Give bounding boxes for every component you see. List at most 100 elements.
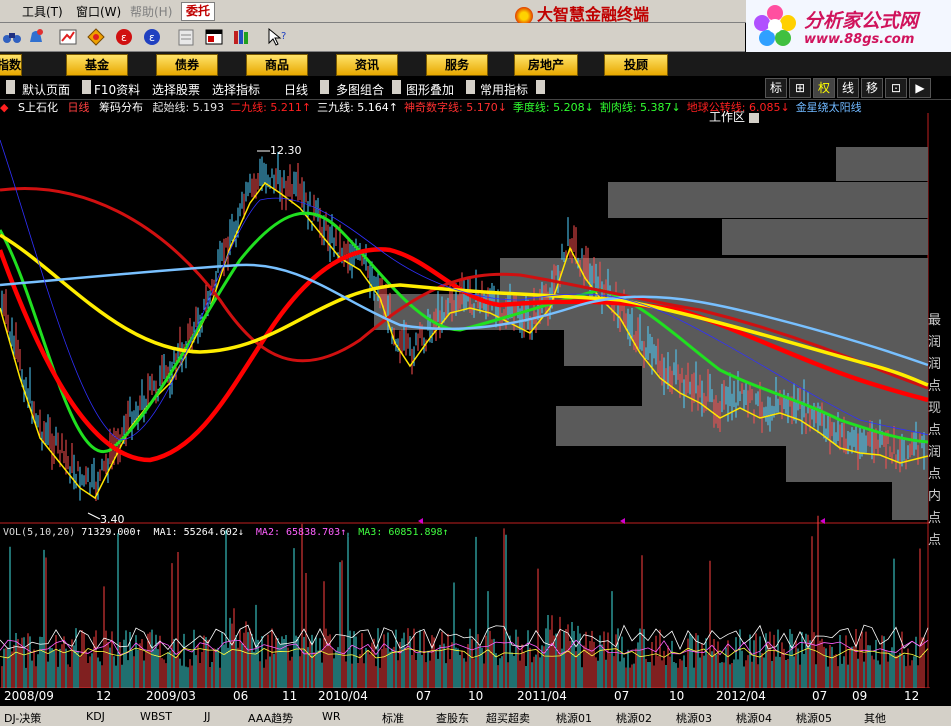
- chip-bar: [786, 446, 928, 482]
- indicator-legend: ◆ S上石化 日线 筹码分布 起始线: 5.193 二九线: 5.211↑ 三九线:…: [0, 99, 930, 113]
- menu-help[interactable]: 帮助(H): [130, 3, 172, 20]
- move-button[interactable]: 移: [861, 78, 883, 98]
- window-button[interactable]: ⊡: [885, 78, 907, 98]
- chart-toolbar: 默认页面 F10资料 选择股票 选择指标 日线 多图组合 图形叠加 常用指标 标…: [0, 77, 951, 100]
- dropdown-arrow-icon[interactable]: [320, 80, 329, 94]
- chart-up-icon[interactable]: [58, 27, 78, 47]
- app-title-text: 大智慧金融终端: [537, 5, 650, 24]
- line-button[interactable]: 线: [837, 78, 859, 98]
- select-indicator-button[interactable]: 选择指标: [212, 81, 260, 98]
- volume-title: VOL(5,10,20): [3, 527, 76, 538]
- legend-line-6: 地球公转线: 6.085↓: [686, 101, 790, 113]
- high-price-label: 12.30: [270, 144, 302, 157]
- legend-marker-icon: ◆: [0, 101, 9, 113]
- indicator-tab[interactable]: 标准: [382, 710, 404, 726]
- fire-icon[interactable]: ε: [114, 27, 134, 47]
- chip-bar: [836, 147, 928, 181]
- side-label: 润: [928, 357, 942, 372]
- indicator-tab[interactable]: KDJ: [86, 710, 105, 723]
- mark-button[interactable]: 标: [765, 78, 787, 98]
- category-news[interactable]: 资讯: [336, 54, 398, 76]
- indicator-tab[interactable]: DJ-决策: [4, 710, 41, 726]
- indicator-tab[interactable]: 桃源05: [796, 710, 832, 726]
- diamond-icon[interactable]: [86, 27, 106, 47]
- date-tick: 09: [852, 689, 868, 703]
- date-axis: 2008/09 12 2009/03 06 11 2010/04 07 10 2011/04 07…: [0, 688, 930, 704]
- indicator-tab[interactable]: 查股东: [436, 710, 469, 726]
- stock-chart[interactable]: [0, 113, 930, 688]
- legend-period: 日线: [67, 101, 90, 113]
- date-tick: 12: [904, 689, 920, 703]
- category-commodity[interactable]: 商品: [246, 54, 308, 76]
- window-icon[interactable]: [204, 27, 224, 47]
- common-indicator-button[interactable]: 常用指标: [480, 81, 528, 98]
- menu-window[interactable]: 窗口(W): [76, 3, 121, 20]
- dropdown-arrow-icon[interactable]: [392, 80, 401, 94]
- pointer-help-icon[interactable]: ?: [266, 27, 286, 47]
- indicator-tab[interactable]: AAA趋势: [248, 710, 293, 726]
- dropdown-arrow-icon[interactable]: [536, 80, 545, 94]
- fire-icon-2[interactable]: ε: [142, 27, 162, 47]
- main-toolbar: ε ε ?: [0, 23, 745, 52]
- next-button[interactable]: ▶: [909, 78, 931, 98]
- default-page-button[interactable]: 默认页面: [22, 81, 70, 98]
- category-service[interactable]: 服务: [426, 54, 488, 76]
- indicator-tab[interactable]: 桃源02: [616, 710, 652, 726]
- indicator-tab[interactable]: 其他: [864, 710, 886, 726]
- legend-line-1: 二九线: 5.211↑: [230, 101, 312, 113]
- books-icon[interactable]: [232, 27, 252, 47]
- legend-line-5: 割肉线: 5.387↓: [599, 101, 681, 113]
- notepad-icon[interactable]: [176, 27, 196, 47]
- legend-line-0: 起始线: 5.193: [152, 101, 225, 113]
- volume-legend: VOL(5,10,20) 71329.000↑, MA1: 55264.602↓…: [3, 527, 449, 538]
- volume-value: 71329.000↑: [81, 527, 142, 538]
- trade-button[interactable]: 委托: [181, 2, 215, 21]
- date-tick: 2010/04: [318, 689, 368, 703]
- indicator-tab[interactable]: WR: [322, 710, 341, 723]
- low-price-label: 3.40: [100, 513, 125, 526]
- indicator-tab[interactable]: JJ: [204, 710, 211, 723]
- side-label: 点: [928, 533, 942, 548]
- legend-lines: 起始线: 5.193 二九线: 5.211↑ 三九线: 5.164↑ 神奇数字线: 5…: [152, 101, 867, 113]
- side-label: 点: [928, 423, 942, 438]
- category-fund[interactable]: 基金: [66, 54, 128, 76]
- chip-distribution: [374, 147, 928, 520]
- category-realestate[interactable]: 房地产: [514, 54, 578, 76]
- indicator-tab[interactable]: 桃源01: [556, 710, 592, 726]
- high-low-marks: [87, 150, 270, 520]
- binoculars-icon[interactable]: [2, 27, 22, 47]
- dropdown-arrow-icon[interactable]: [6, 80, 15, 94]
- low-leader: [87, 512, 101, 520]
- category-advisory[interactable]: 投顾: [604, 54, 668, 76]
- dropdown-arrow-icon[interactable]: [82, 80, 91, 94]
- chip-bar: [892, 482, 928, 520]
- rights-button[interactable]: 权: [813, 78, 835, 98]
- indicator-tab[interactable]: 超买超卖: [486, 710, 530, 726]
- volume-averages: [0, 624, 929, 659]
- brand-name: 分析家公式网: [804, 10, 919, 32]
- legend-indicator: 筹码分布: [98, 101, 143, 113]
- side-label: 最: [928, 313, 942, 328]
- indicator-tab[interactable]: 桃源04: [736, 710, 772, 726]
- multi-chart-button[interactable]: 多图组合: [336, 81, 384, 98]
- select-stock-button[interactable]: 选择股票: [152, 81, 200, 98]
- date-tick: 07: [614, 689, 630, 703]
- dropdown-arrow-icon[interactable]: [466, 80, 475, 94]
- date-tick: 12: [96, 689, 112, 703]
- side-labels: 最润润点现点润点内点点: [928, 310, 944, 552]
- menu-tools[interactable]: 工具(T): [22, 3, 63, 20]
- category-index[interactable]: 指数: [0, 54, 22, 76]
- grid-button[interactable]: ⊞: [789, 78, 811, 98]
- indicator-tab[interactable]: 桃源03: [676, 710, 712, 726]
- bell-icon[interactable]: [26, 27, 46, 47]
- indicator-tab[interactable]: WBST: [140, 710, 172, 723]
- category-bond[interactable]: 债券: [156, 54, 218, 76]
- f10-button[interactable]: F10资料: [94, 81, 140, 98]
- volume-ma2: MA2: 65838.703↑: [255, 527, 347, 538]
- svg-text:?: ?: [281, 31, 286, 42]
- brand-banner: 分析家公式网 www.88gs.com: [746, 0, 951, 52]
- overlay-button[interactable]: 图形叠加: [406, 81, 454, 98]
- period-daily-button[interactable]: 日线: [284, 81, 308, 98]
- date-tick: 10: [669, 689, 685, 703]
- brand-url: www.88gs.com: [804, 32, 915, 47]
